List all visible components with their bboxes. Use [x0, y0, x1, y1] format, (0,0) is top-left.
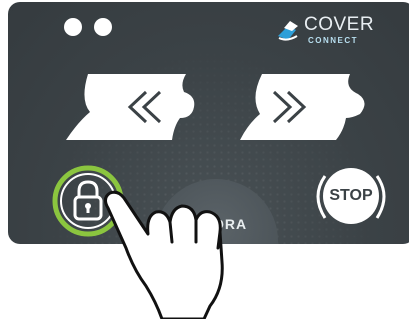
brand-name-line1: COVER	[304, 14, 375, 35]
close-cover-button[interactable]	[240, 74, 372, 140]
cover-connect-logo-icon	[278, 21, 298, 41]
pointing-hand-icon	[103, 190, 224, 319]
indicator-dot-2	[94, 18, 112, 36]
brand-name-line2: CONNECT	[308, 36, 359, 45]
stop-label: STOP	[329, 187, 373, 204]
brand-logo: COVER CONNECT	[274, 12, 374, 48]
padlock-icon	[73, 180, 103, 221]
indicator-dot-1	[64, 18, 82, 36]
open-cover-button[interactable]	[66, 74, 198, 140]
stop-button[interactable]: STOP	[313, 162, 389, 234]
